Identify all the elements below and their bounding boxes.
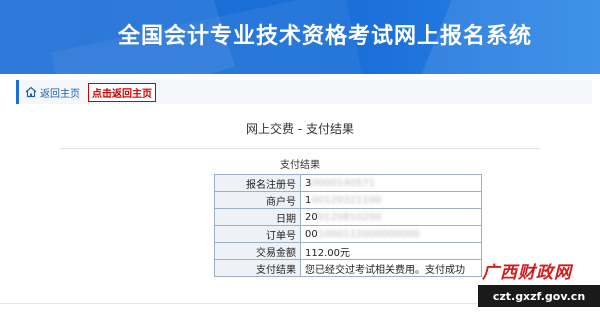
row-label: 日期 (214, 208, 301, 226)
table-row: 商户号 100120321100 (214, 191, 482, 209)
row-label: 商户号 (214, 191, 301, 209)
divider (60, 148, 540, 149)
row-value-text: 您已经交过考试相关费用。支付成功 (305, 264, 465, 276)
home-icon (25, 86, 37, 98)
payment-result-table: 报名注册号 30000140571 商户号 100120321100 日期 2001208… (214, 174, 482, 277)
home-link[interactable]: 返回主页 (25, 85, 80, 100)
row-label: 订单号 (214, 225, 301, 243)
watermark-name: 广西财政网 (482, 263, 572, 283)
table-row: 支付结果 您已经交过考试相关费用。支付成功 (214, 259, 482, 277)
header-banner: 全国会计专业技术资格考试网上报名系统 (0, 0, 600, 74)
watermark-url: czt.gxzf.gov.cn (478, 285, 600, 307)
row-value: 112.00元 (300, 242, 482, 260)
row-value: 001000122000000000 (300, 225, 482, 243)
back-home-badge[interactable]: 点击返回主页 (88, 82, 156, 102)
row-label: 支付结果 (214, 259, 301, 277)
table-row: 报名注册号 30000140571 (214, 174, 482, 192)
masked-value: 1000122000000000 (317, 228, 420, 240)
row-value-text: 20 (305, 211, 318, 223)
row-value: 100120321100 (300, 191, 482, 209)
row-value: 您已经交过考试相关费用。支付成功 (300, 259, 482, 277)
table-row: 交易金额 112.00元 (214, 242, 482, 260)
breadcrumb: 返回主页 点击返回主页 (16, 80, 592, 104)
table-row: 日期 200120810200 (214, 208, 482, 226)
home-link-label: 返回主页 (40, 88, 80, 100)
row-value: 200120810200 (300, 208, 482, 226)
table-row: 订单号 001000122000000000 (214, 225, 482, 243)
divider (0, 303, 478, 304)
row-value-text: 00 (305, 228, 318, 240)
masked-value: 0120810200 (317, 211, 382, 223)
masked-value: 0000140571 (311, 177, 375, 189)
row-value: 30000140571 (300, 174, 482, 192)
row-value-text: 112.00元 (305, 247, 350, 259)
page-title: 网上交费 - 支付结果 (246, 122, 354, 136)
masked-value: 00120321100 (311, 194, 382, 206)
system-title: 全国会计专业技术资格考试网上报名系统 (118, 24, 533, 49)
section-title: 支付结果 (280, 160, 320, 171)
row-label: 交易金额 (214, 242, 301, 260)
row-label: 报名注册号 (214, 174, 301, 192)
